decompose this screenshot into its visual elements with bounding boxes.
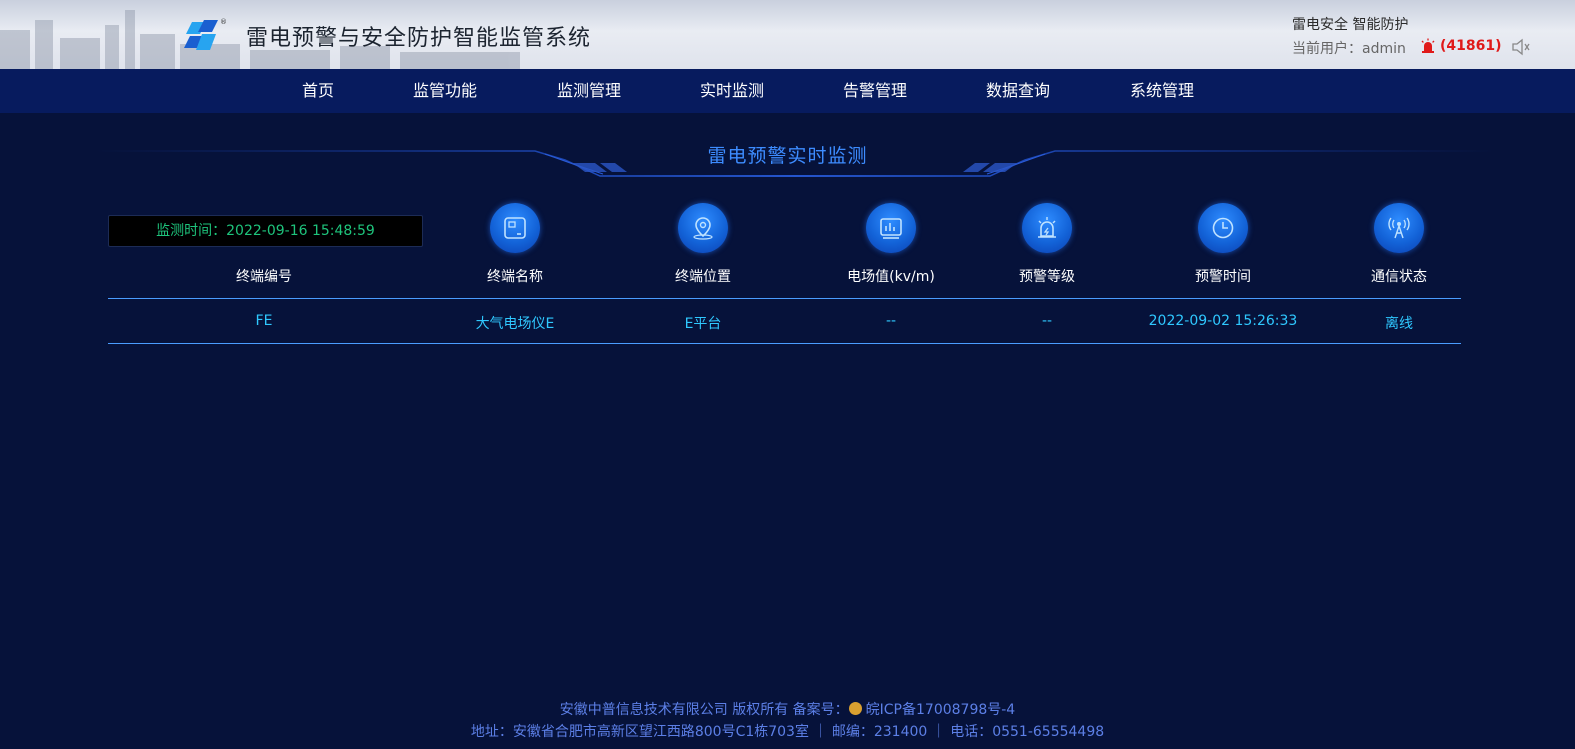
clock-icon bbox=[1198, 203, 1248, 253]
device-icon bbox=[490, 203, 540, 253]
alarm-count: (41861) bbox=[1440, 38, 1502, 54]
table-header-divider bbox=[108, 298, 1461, 299]
column-header-terminal-id: 终端编号 bbox=[236, 269, 292, 285]
speaker-icon[interactable] bbox=[1511, 38, 1531, 56]
main-nav: 首页 监管功能 监测管理 实时监测 告警管理 数据查询 系统管理 bbox=[0, 69, 1575, 113]
nav-item-monitoring-management[interactable]: 监测管理 bbox=[557, 69, 621, 113]
chart-icon bbox=[866, 203, 916, 253]
monitor-time-label: 监测时间： bbox=[156, 223, 227, 239]
header: ® 雷电预警与安全防护智能监管系统 雷电安全 智能防护 当前用户：admin (… bbox=[0, 0, 1575, 69]
nav-item-supervision[interactable]: 监管功能 bbox=[413, 69, 477, 113]
app-title: 雷电预警与安全防护智能监管系统 bbox=[246, 26, 592, 51]
cell-terminal-location: E平台 bbox=[684, 316, 722, 332]
cell-terminal-name: 大气电场仪E bbox=[475, 316, 555, 332]
nav-item-data-query[interactable]: 数据查询 bbox=[986, 69, 1050, 113]
cell-comm-status: 离线 bbox=[1385, 316, 1413, 332]
police-badge-icon bbox=[848, 702, 862, 715]
section-title: 雷电预警实时监测 bbox=[707, 145, 868, 167]
column-header-comm-status: 通信状态 bbox=[1371, 269, 1427, 285]
user-label: 当前用户： bbox=[1292, 41, 1362, 57]
monitor-time-value: 2022-09-16 15:48:59 bbox=[226, 223, 375, 239]
slogan-2: 智能防护 bbox=[1352, 17, 1409, 33]
signal-icon bbox=[1374, 203, 1424, 253]
header-slogans: 雷电安全 智能防护 bbox=[1292, 14, 1408, 34]
footer-address: 地址：安徽省合肥市高新区望江西路800号C1栋703室 ｜ 邮编：231400 … bbox=[470, 724, 1105, 740]
alarm-light-icon bbox=[1421, 38, 1435, 53]
warning-light-icon bbox=[1022, 203, 1072, 253]
current-user: 当前用户：admin bbox=[1292, 38, 1406, 58]
column-header-warning-level: 预警等级 bbox=[1019, 269, 1075, 285]
footer-company: 安徽中普信息技术有限公司 版权所有 备案号： bbox=[559, 702, 849, 718]
alarm-indicator[interactable]: (41861) bbox=[1420, 38, 1502, 54]
column-header-terminal-location: 终端位置 bbox=[675, 269, 731, 285]
cell-terminal-id: FE bbox=[255, 313, 273, 329]
nav-item-home[interactable]: 首页 bbox=[302, 69, 334, 113]
cell-warning-time: 2022-09-02 15:26:33 bbox=[1148, 313, 1298, 329]
table-bottom-divider bbox=[108, 343, 1461, 344]
user-name: admin bbox=[1362, 41, 1406, 57]
footer-icp-link[interactable]: 皖ICP备17008798号-4 bbox=[866, 702, 1016, 718]
app-logo-icon: ® bbox=[184, 18, 226, 50]
cell-warning-level: -- bbox=[1041, 313, 1053, 329]
slogan-1: 雷电安全 bbox=[1292, 17, 1348, 33]
column-header-field-value: 电场值(kv/m) bbox=[847, 269, 935, 285]
nav-item-alarm-management[interactable]: 告警管理 bbox=[843, 69, 907, 113]
svg-text:®: ® bbox=[220, 18, 226, 26]
monitor-time-display: 监测时间：2022-09-16 15:48:59 bbox=[108, 215, 423, 247]
footer-copyright: 安徽中普信息技术有限公司 版权所有 备案号： 皖ICP备17008798号-4 bbox=[0, 699, 1575, 719]
nav-item-system-management[interactable]: 系统管理 bbox=[1130, 69, 1194, 113]
nav-item-realtime-monitoring[interactable]: 实时监测 bbox=[700, 69, 764, 113]
column-header-warning-time: 预警时间 bbox=[1195, 269, 1251, 285]
column-header-terminal-name: 终端名称 bbox=[487, 269, 543, 285]
location-icon bbox=[678, 203, 728, 253]
